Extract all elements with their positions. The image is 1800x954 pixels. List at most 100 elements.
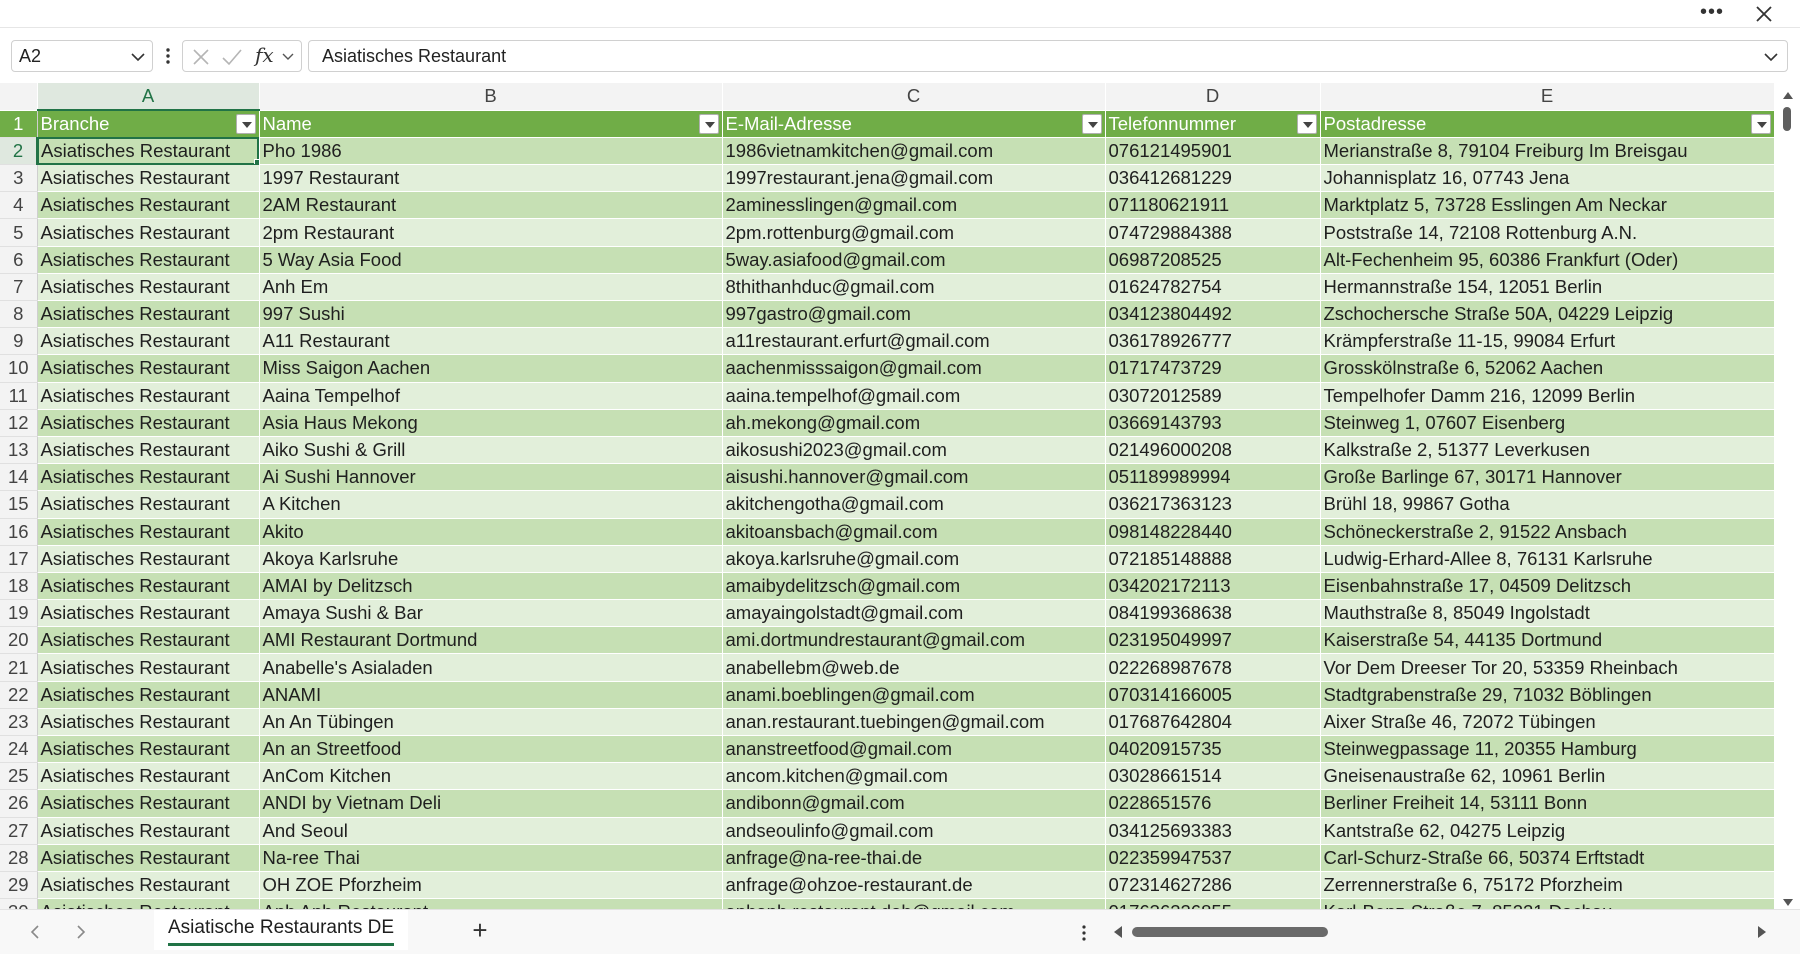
- name-cell[interactable]: 1997 Restaurant: [259, 164, 723, 193]
- name-cell[interactable]: Aaina Tempelhof: [259, 382, 723, 410]
- address-cell[interactable]: Vor Dem Dreeser Tor 20, 53359 Rheinbach: [1320, 653, 1775, 682]
- branche-cell[interactable]: Asiatisches Restaurant: [37, 490, 260, 519]
- row-number[interactable]: 22: [0, 681, 38, 709]
- table-header-name[interactable]: Name: [259, 110, 723, 138]
- filter-dropdown-icon[interactable]: [235, 114, 256, 135]
- email-cell[interactable]: ananstreetfood@gmail.com: [722, 735, 1106, 764]
- email-cell[interactable]: ah.mekong@gmail.com: [722, 409, 1106, 437]
- email-cell[interactable]: 1986vietnamkitchen@gmail.com: [722, 137, 1106, 166]
- email-cell[interactable]: 2pm.rottenburg@gmail.com: [722, 218, 1106, 247]
- row-number[interactable]: 11: [0, 382, 38, 410]
- address-cell[interactable]: Brühl 18, 99867 Gotha: [1320, 490, 1775, 519]
- address-cell[interactable]: Große Barlinge 67, 30171 Hannover: [1320, 463, 1775, 492]
- name-cell[interactable]: OH ZOE Pforzheim: [259, 871, 723, 900]
- name-cell[interactable]: Anabelle's Asialaden: [259, 653, 723, 682]
- email-cell[interactable]: amaibydelitzsch@gmail.com: [722, 572, 1106, 601]
- name-cell[interactable]: Asia Haus Mekong: [259, 409, 723, 437]
- email-cell[interactable]: anfrage@ohzoe-restaurant.de: [722, 871, 1106, 900]
- name-cell[interactable]: ANDI by Vietnam Deli: [259, 789, 723, 818]
- name-cell[interactable]: A11 Restaurant: [259, 327, 723, 356]
- column-header-e[interactable]: E: [1320, 83, 1775, 111]
- email-cell[interactable]: andibonn@gmail.com: [722, 789, 1106, 818]
- address-cell[interactable]: Merianstraße 8, 79104 Freiburg Im Breisg…: [1320, 137, 1775, 166]
- email-cell[interactable]: andseoulinfo@gmail.com: [722, 817, 1106, 845]
- name-cell[interactable]: ANAMI: [259, 681, 723, 709]
- cancel-icon[interactable]: [191, 47, 211, 67]
- row-number[interactable]: 7: [0, 273, 38, 302]
- name-cell[interactable]: Akoya Karlsruhe: [259, 545, 723, 573]
- row-number[interactable]: 27: [0, 817, 38, 845]
- email-cell[interactable]: akitchengotha@gmail.com: [722, 490, 1106, 519]
- row-number[interactable]: 12: [0, 409, 38, 437]
- chevron-left-icon[interactable]: [28, 924, 42, 940]
- phone-cell[interactable]: 072185148888: [1105, 545, 1321, 573]
- chevron-right-icon[interactable]: [74, 924, 88, 940]
- table-header-branche[interactable]: Branche: [37, 110, 260, 138]
- branche-cell[interactable]: Asiatisches Restaurant: [37, 653, 260, 682]
- address-cell[interactable]: Mauthstraße 8, 85049 Ingolstadt: [1320, 599, 1775, 628]
- branche-cell[interactable]: Asiatisches Restaurant: [37, 572, 260, 601]
- phone-cell[interactable]: 017687642804: [1105, 708, 1321, 737]
- address-cell[interactable]: Steinwegpassage 11, 20355 Hamburg: [1320, 735, 1775, 764]
- name-cell[interactable]: An an Streetfood: [259, 735, 723, 764]
- phone-cell[interactable]: 03028661514: [1105, 762, 1321, 791]
- phone-cell[interactable]: 071180621911: [1105, 191, 1321, 220]
- phone-cell[interactable]: 01624782754: [1105, 273, 1321, 302]
- phone-cell[interactable]: 072314627286: [1105, 871, 1321, 900]
- email-cell[interactable]: 5way.asiafood@gmail.com: [722, 246, 1106, 274]
- email-cell[interactable]: ami.dortmundrestaurant@gmail.com: [722, 626, 1106, 655]
- address-cell[interactable]: Kantstraße 62, 04275 Leipzig: [1320, 817, 1775, 845]
- name-cell[interactable]: Anh Em: [259, 273, 723, 302]
- name-cell[interactable]: Pho 1986: [259, 137, 723, 166]
- email-cell[interactable]: 1997restaurant.jena@gmail.com: [722, 164, 1106, 193]
- vertical-scrollbar[interactable]: [1776, 83, 1800, 909]
- branche-cell[interactable]: Asiatisches Restaurant: [37, 518, 260, 546]
- email-cell[interactable]: aikosushi2023@gmail.com: [722, 436, 1106, 465]
- phone-cell[interactable]: 076121495901: [1105, 137, 1321, 166]
- row-number[interactable]: 25: [0, 762, 38, 791]
- name-cell[interactable]: An An Tübingen: [259, 708, 723, 737]
- branche-cell[interactable]: Asiatisches Restaurant: [37, 681, 260, 709]
- name-cell[interactable]: AMI Restaurant Dortmund: [259, 626, 723, 655]
- email-cell[interactable]: anhanh.restaurant.dah@gmail.com: [722, 898, 1106, 909]
- row-number[interactable]: 28: [0, 844, 38, 872]
- phone-cell[interactable]: 074729884388: [1105, 218, 1321, 247]
- phone-cell[interactable]: 034125693383: [1105, 817, 1321, 845]
- row-number[interactable]: 5: [0, 218, 38, 247]
- fx-icon[interactable]: fx: [255, 43, 274, 67]
- phone-cell[interactable]: 06987208525: [1105, 246, 1321, 274]
- name-cell[interactable]: AMAI by Delitzsch: [259, 572, 723, 601]
- column-header-a[interactable]: A: [37, 83, 260, 112]
- row-number[interactable]: 26: [0, 789, 38, 818]
- name-cell[interactable]: Na-ree Thai: [259, 844, 723, 872]
- branche-cell[interactable]: Asiatisches Restaurant: [37, 626, 260, 655]
- phone-cell[interactable]: 098148228440: [1105, 518, 1321, 546]
- email-cell[interactable]: anfrage@na-ree-thai.de: [722, 844, 1106, 872]
- address-cell[interactable]: Karl-Benz-Straße 7, 85221 Dachau: [1320, 898, 1775, 909]
- branche-cell[interactable]: Asiatisches Restaurant: [37, 409, 260, 437]
- branche-cell[interactable]: Asiatisches Restaurant: [37, 300, 260, 329]
- chevron-down-icon[interactable]: [281, 50, 295, 64]
- address-cell[interactable]: Kaiserstraße 54, 44135 Dortmund: [1320, 626, 1775, 655]
- phone-cell[interactable]: 022268987678: [1105, 653, 1321, 682]
- enter-icon[interactable]: [221, 47, 243, 67]
- name-cell[interactable]: Miss Saigon Aachen: [259, 354, 723, 383]
- address-cell[interactable]: Zerrennerstraße 6, 75172 Pforzheim: [1320, 871, 1775, 900]
- address-cell[interactable]: Berliner Freiheit 14, 53111 Bonn: [1320, 789, 1775, 818]
- address-cell[interactable]: Gneisenaustraße 62, 10961 Berlin: [1320, 762, 1775, 791]
- more-options-icon[interactable]: •••: [1694, 2, 1730, 26]
- row-number[interactable]: 10: [0, 354, 38, 383]
- scroll-up-icon[interactable]: [1782, 87, 1794, 99]
- branche-cell[interactable]: Asiatisches Restaurant: [37, 463, 260, 492]
- branche-cell[interactable]: Asiatisches Restaurant: [37, 817, 260, 845]
- name-cell[interactable]: A Kitchen: [259, 490, 723, 519]
- row-number[interactable]: 15: [0, 490, 38, 519]
- phone-cell[interactable]: 051189989994: [1105, 463, 1321, 492]
- email-cell[interactable]: aisushi.hannover@gmail.com: [722, 463, 1106, 492]
- row-number[interactable]: 16: [0, 518, 38, 546]
- phone-cell[interactable]: 036412681229: [1105, 164, 1321, 193]
- name-cell[interactable]: 2pm Restaurant: [259, 218, 723, 247]
- scroll-down-icon[interactable]: [1782, 895, 1794, 906]
- row-number[interactable]: 23: [0, 708, 38, 737]
- table-header-phone[interactable]: Telefonnummer: [1105, 110, 1321, 138]
